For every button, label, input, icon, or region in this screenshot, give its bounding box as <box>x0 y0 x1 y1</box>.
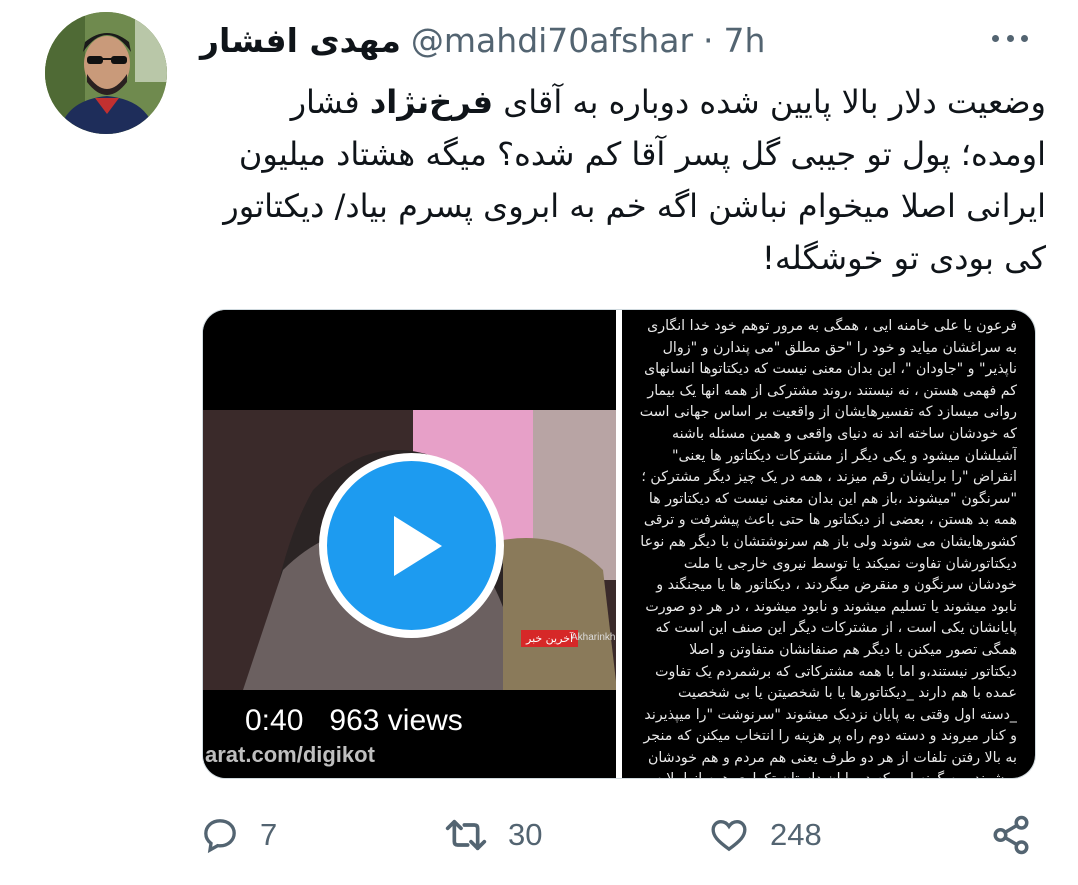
document-line: روانی میسازد که تفسیرهایشان از واقعیت بر… <box>639 404 1017 421</box>
document-line: انقراض "را برایشان رقم میزند ، همه در یک… <box>641 469 1017 486</box>
tweet-text: وضعیت دلار بالا پایین شده دوباره به آقای… <box>200 76 1046 284</box>
like-count: 248 <box>770 817 822 852</box>
share-button[interactable] <box>990 805 1032 865</box>
document-line: "سرنگون "میشوند ،باز هم این بدان معنی نی… <box>648 490 1017 507</box>
media-container: آخرین خبر Akharinkh 0:40 963 views arat.c… <box>202 309 1036 779</box>
video-watermark: arat.com/digikot <box>205 742 375 767</box>
document-line: همگی تصور میکنن با دیگر هم صنفانشان متفا… <box>689 641 1017 658</box>
reply-icon <box>204 819 236 854</box>
document-line: همه بد هستن ، بعضی از دیکتاتور ها حتی با… <box>643 512 1017 529</box>
retweet-button[interactable]: 30 <box>444 805 542 865</box>
document-line: و کنار میروند و دسته دوم راه پر هزینه را… <box>643 728 1017 745</box>
document-line: خودشان سرنگون و منقرض میگردند ، دیکتاتور… <box>656 577 1017 594</box>
action-bar: 7 30 248 <box>200 805 1040 865</box>
document-image[interactable]: فرعون یا علی خامنه ایی ، همگی به مرور تو… <box>621 310 1035 778</box>
like-icon <box>711 819 747 852</box>
document-line: _دسته اول وقتی به پایان نزدیک میشوند "سر… <box>644 706 1017 723</box>
document-line: دیکتاتورشان تفاوت نمیکند یا توسط نیروی خ… <box>683 555 1017 572</box>
play-button[interactable] <box>319 453 504 638</box>
avatar[interactable] <box>45 12 167 134</box>
user-handle[interactable]: @mahdi70afshar <box>411 21 693 60</box>
document-line: آشیلشان میشود و یکی دیگر از مشترکات دیکت… <box>671 447 1017 464</box>
separator-dot: · <box>703 20 714 60</box>
play-icon <box>393 515 442 576</box>
document-line: پایانشان یکی است ، از مشترکات دیگر این ص… <box>655 620 1017 637</box>
tweet-header: مهدی افشار @mahdi70afshar · 7h <box>200 18 765 62</box>
news-badge-sub: Akharinkh <box>571 632 616 643</box>
more-icon[interactable] <box>988 20 1032 56</box>
document-line: ناپذیر" و "جاودان "، این بدان معنی نیست … <box>644 361 1017 378</box>
document-line: که خودشان ساخته اند نه دنیای واقعی و همی… <box>672 425 1017 442</box>
document-line: فرعون یا علی خامنه ایی ، همگی به مرور تو… <box>647 318 1017 334</box>
document-text: فرعون یا علی خامنه ایی ، همگی به مرور تو… <box>640 316 1017 778</box>
document-line: کم فهمی هستن ، نه نیستند ،روند مشترکی از… <box>647 382 1017 399</box>
document-line: به سراغشان میاید و خود را "حق مطلق "می پ… <box>662 339 1017 356</box>
retweet-icon <box>445 819 487 851</box>
video-player[interactable]: آخرین خبر Akharinkh 0:40 963 views arat.c… <box>203 310 616 778</box>
share-icon <box>993 815 1029 855</box>
video-duration: 0:40 <box>245 704 304 737</box>
document-line: میشوند ، به گونه ایی که در پایان داستان … <box>640 769 1017 778</box>
like-button[interactable]: 248 <box>708 805 822 865</box>
reply-count: 7 <box>260 817 278 852</box>
tweet-text-before: وضعیت دلار بالا پایین شده دوباره به آقای <box>493 83 1046 121</box>
document-line: کشورهایشان می شوند ولی باز هم سرنوشتشان … <box>639 533 1017 550</box>
tweet-timestamp[interactable]: 7h <box>724 21 766 60</box>
video-views: 963 views <box>329 704 463 737</box>
document-line: عمده با هم دارند _دیکتاتورها یا با شخصیت… <box>678 685 1017 702</box>
retweet-count: 30 <box>508 817 543 852</box>
document-line: به بالا رفتن تلفات از هر دو طرف یعنی هم … <box>647 749 1017 766</box>
document-line: دیکتاتور نیستند،و اما با همه مشترکاتی که… <box>655 663 1017 680</box>
video-meta: 0:40 963 views <box>245 704 463 738</box>
news-badge: آخرین خبر <box>521 630 579 647</box>
document-line: نابود میشوند یا تسلیم میشوند و نابود میش… <box>645 598 1017 615</box>
tweet-text-bold[interactable]: فرخ‌نژاد <box>370 83 493 121</box>
display-name[interactable]: مهدی افشار <box>200 21 401 60</box>
reply-button[interactable]: 7 <box>200 805 277 865</box>
